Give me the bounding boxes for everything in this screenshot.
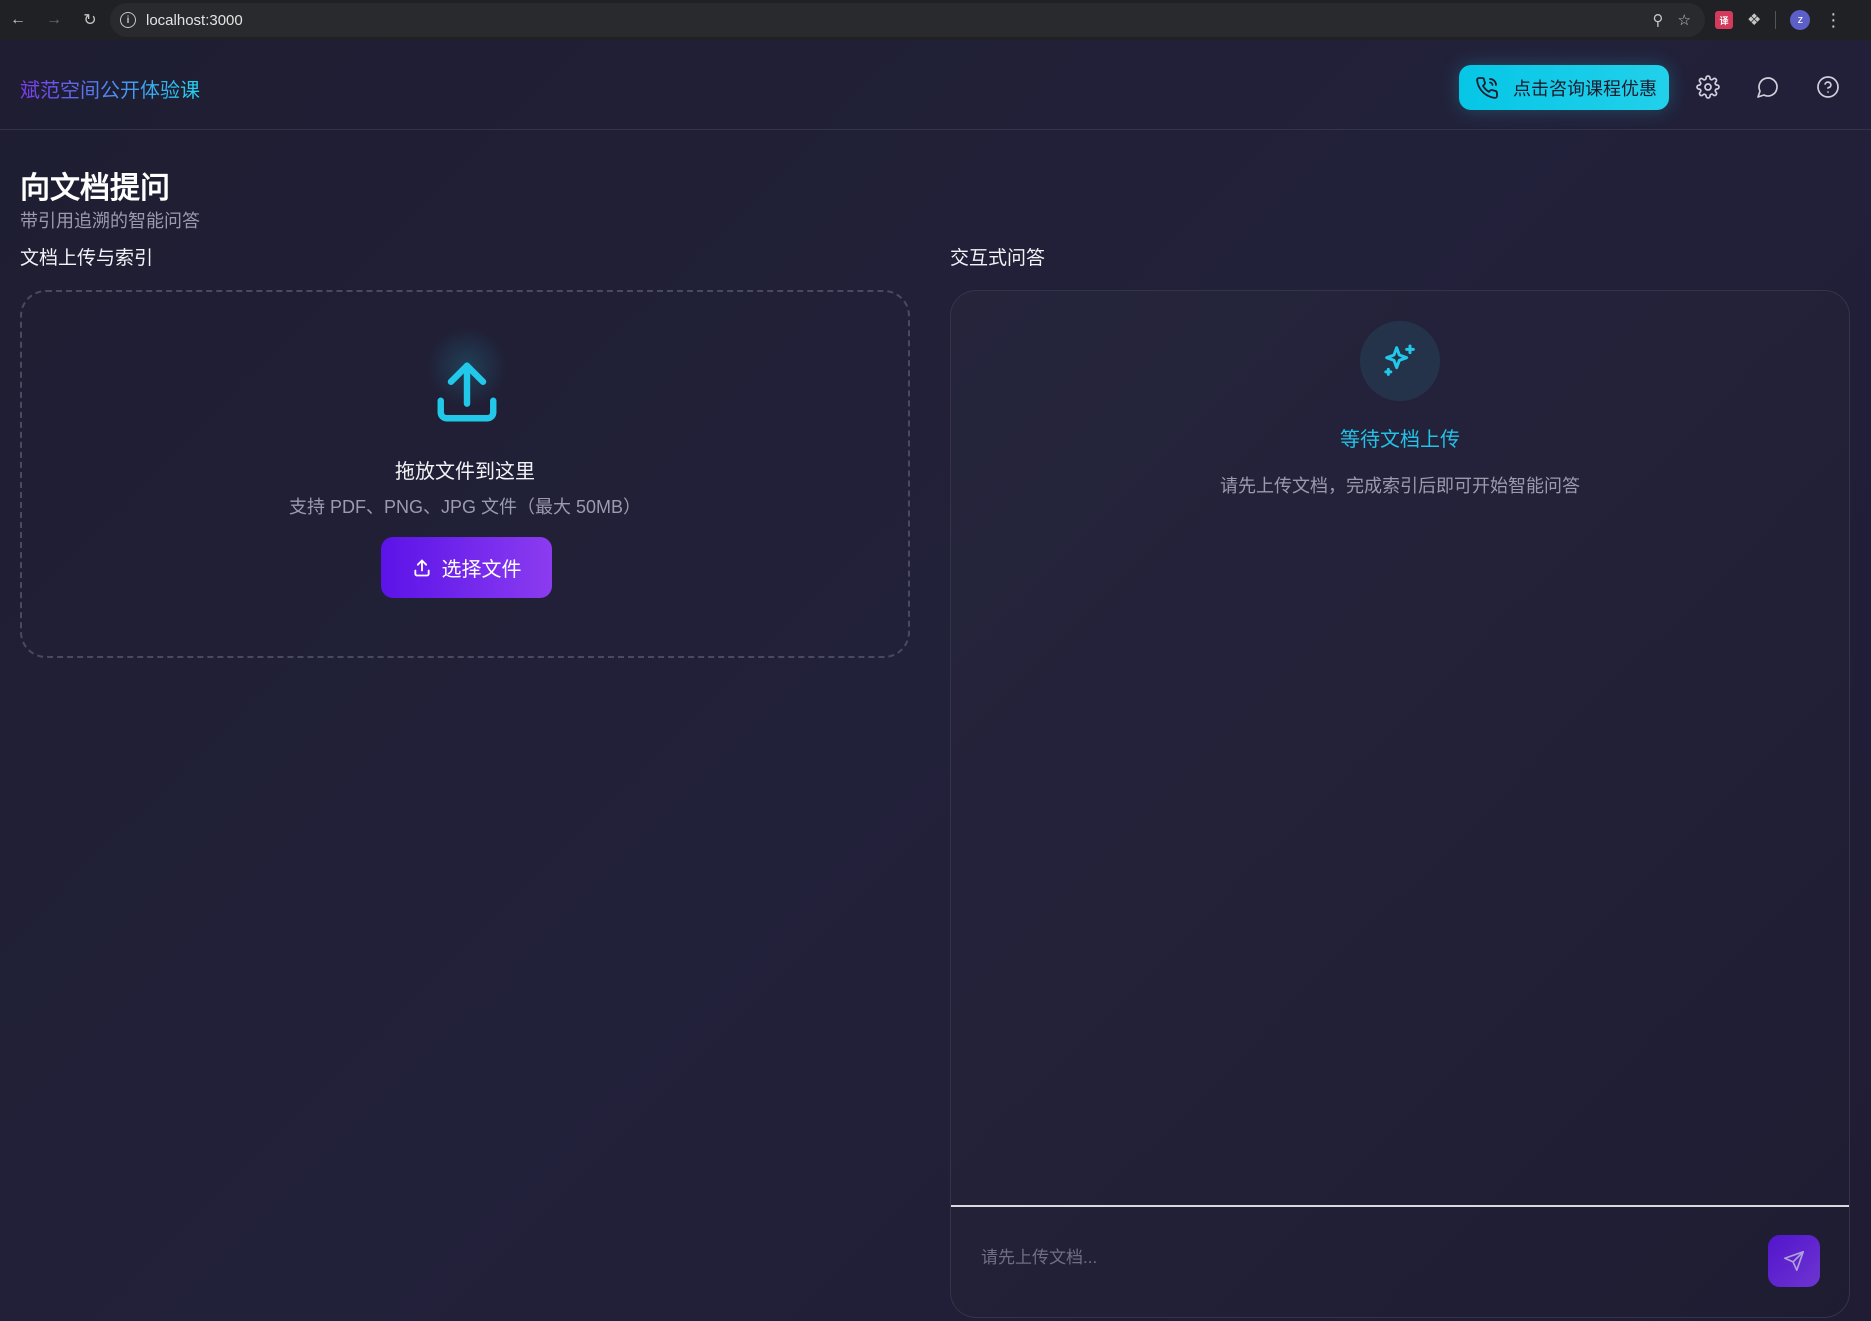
consult-button-label: 点击咨询课程优惠 xyxy=(1513,78,1657,99)
input-divider xyxy=(951,1205,1849,1207)
upload-icon xyxy=(437,362,497,422)
browser-toolbar: ← → ↻ i localhost:3000 ⚲ ☆ 译 ❖ z ⋮ xyxy=(0,0,1871,40)
browser-menu-icon[interactable]: ⋮ xyxy=(1824,10,1842,31)
back-icon[interactable]: ← xyxy=(0,0,36,40)
file-dropzone[interactable]: 拖放文件到这里 支持 PDF、PNG、JPG 文件（最大 50MB） 选择文件 xyxy=(20,290,910,658)
page-title: 向文档提问 xyxy=(20,172,170,205)
sparkle-badge xyxy=(1360,321,1440,401)
chat-icon[interactable] xyxy=(1756,75,1780,99)
forward-icon[interactable]: → xyxy=(36,0,72,40)
help-icon[interactable] xyxy=(1816,75,1840,99)
page-subtitle: 带引用追溯的智能问答 xyxy=(20,211,200,231)
qa-section-label: 交互式问答 xyxy=(950,248,1046,269)
waiting-title: 等待文档上传 xyxy=(1340,429,1460,451)
send-icon xyxy=(1784,1251,1804,1271)
upload-section-label: 文档上传与索引 xyxy=(20,248,154,269)
choose-file-label: 选择文件 xyxy=(441,559,522,581)
send-button[interactable] xyxy=(1768,1235,1820,1287)
consult-button[interactable]: 点击咨询课程优惠 xyxy=(1459,65,1669,110)
translate-extension-icon[interactable]: 译 xyxy=(1715,11,1733,29)
choose-file-button[interactable]: 选择文件 xyxy=(381,537,552,598)
toolbar-divider xyxy=(1775,11,1777,29)
url-text[interactable]: localhost:3000 xyxy=(146,12,243,29)
drop-title: 拖放文件到这里 xyxy=(395,461,535,483)
upload-small-icon xyxy=(413,559,430,576)
profile-avatar[interactable]: z xyxy=(1790,10,1811,30)
extensions-icon[interactable]: ❖ xyxy=(1747,10,1761,30)
zoom-icon[interactable]: ⚲ xyxy=(1653,11,1664,29)
brand-title[interactable]: 斌范空间公开体验课 xyxy=(20,74,200,103)
site-info-icon[interactable]: i xyxy=(120,12,136,28)
app-header: 斌范空间公开体验课 点击咨询课程优惠 xyxy=(0,44,1871,130)
qa-panel: 等待文档上传 请先上传文档，完成索引后即可开始智能问答 xyxy=(950,290,1850,1318)
address-bar[interactable]: i localhost:3000 ⚲ ☆ xyxy=(110,3,1705,37)
reload-icon[interactable]: ↻ xyxy=(72,0,108,40)
bookmark-star-icon[interactable]: ☆ xyxy=(1678,11,1691,29)
drop-hint: 支持 PDF、PNG、JPG 文件（最大 50MB） xyxy=(288,497,642,517)
phone-icon xyxy=(1476,76,1498,99)
question-input[interactable] xyxy=(981,1236,1741,1280)
sparkles-icon xyxy=(1384,344,1415,376)
settings-icon[interactable] xyxy=(1696,75,1720,99)
waiting-description: 请先上传文档，完成索引后即可开始智能问答 xyxy=(1220,476,1580,496)
